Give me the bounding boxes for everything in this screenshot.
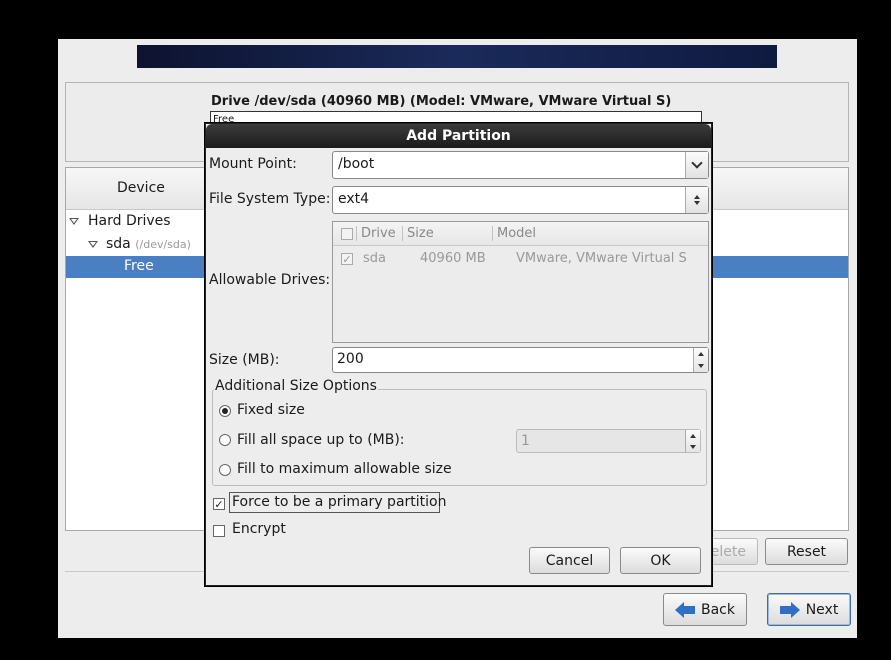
fill-upto-spinbox[interactable]: 1 bbox=[516, 429, 701, 453]
allowable-drives-table[interactable]: Drive Size Model ✓ sda 40960 MB VMware, … bbox=[332, 221, 709, 343]
column-device[interactable]: Device bbox=[117, 180, 165, 196]
label-fixed-size[interactable]: Fixed size bbox=[237, 402, 305, 418]
tree-label-sda: sda (/dev/sda) bbox=[106, 236, 191, 252]
sda-path: (/dev/sda) bbox=[135, 238, 191, 251]
spin-arrows-icon[interactable] bbox=[693, 348, 708, 372]
mount-point-value: /boot bbox=[338, 156, 375, 172]
expander-icon[interactable] bbox=[88, 241, 98, 248]
drive-model: VMware, VMware Virtual S bbox=[516, 251, 687, 266]
encrypt-checkbox[interactable] bbox=[213, 525, 225, 537]
back-button[interactable]: Back bbox=[663, 593, 747, 626]
label-fill-max[interactable]: Fill to maximum allowable size bbox=[237, 461, 452, 477]
expander-icon[interactable] bbox=[69, 218, 79, 225]
allowable-drives-label: Allowable Drives: bbox=[209, 272, 331, 288]
cancel-button-label: Cancel bbox=[545, 552, 594, 569]
next-button[interactable]: Next bbox=[767, 593, 851, 626]
cancel-button[interactable]: Cancel bbox=[529, 547, 610, 574]
reset-button[interactable]: Reset bbox=[765, 538, 848, 565]
ok-button[interactable]: OK bbox=[620, 547, 701, 574]
header-model[interactable]: Model bbox=[497, 226, 536, 241]
radio-fill-max[interactable] bbox=[219, 464, 231, 476]
select-all-checkbox[interactable] bbox=[341, 228, 353, 240]
size-options-label: Additional Size Options bbox=[214, 378, 378, 394]
encrypt-label[interactable]: Encrypt bbox=[232, 521, 286, 537]
chevron-down-icon[interactable] bbox=[685, 152, 708, 178]
next-arrow-icon bbox=[779, 601, 800, 618]
radio-fill-upto[interactable] bbox=[219, 434, 231, 446]
fs-type-select[interactable]: ext4 bbox=[332, 186, 709, 214]
sda-name: sda bbox=[106, 236, 131, 252]
spin-arrows-icon[interactable] bbox=[685, 430, 700, 452]
label-fill-upto[interactable]: Fill all space up to (MB): bbox=[237, 432, 405, 448]
fs-type-label: File System Type: bbox=[209, 191, 331, 207]
fill-upto-value: 1 bbox=[521, 433, 530, 449]
header-drive[interactable]: Drive bbox=[361, 226, 396, 241]
drive-checkbox[interactable]: ✓ bbox=[341, 253, 353, 265]
back-button-label: Back bbox=[701, 601, 735, 618]
drive-name: sda bbox=[363, 251, 386, 266]
tree-label-hard-drives: Hard Drives bbox=[88, 213, 171, 229]
header-size[interactable]: Size bbox=[407, 226, 434, 241]
size-label: Size (MB): bbox=[209, 352, 280, 368]
reset-button-label: Reset bbox=[786, 543, 827, 560]
radio-fixed-size[interactable] bbox=[219, 405, 231, 417]
force-primary-label[interactable]: Force to be a primary partition bbox=[232, 494, 446, 510]
size-value: 200 bbox=[337, 351, 364, 367]
mount-point-label: Mount Point: bbox=[209, 156, 297, 172]
header-banner bbox=[137, 45, 777, 68]
tree-label-free: Free bbox=[124, 258, 154, 274]
table-row[interactable]: ✓ sda 40960 MB VMware, VMware Virtual S bbox=[333, 250, 708, 270]
fs-type-value: ext4 bbox=[338, 191, 370, 207]
force-primary-checkbox[interactable]: ✓ bbox=[213, 498, 225, 510]
drive-size: 40960 MB bbox=[420, 251, 486, 266]
dialog-title: Add Partition bbox=[206, 124, 711, 148]
drive-title: Drive /dev/sda (40960 MB) (Model: VMware… bbox=[211, 94, 672, 109]
mount-point-combo[interactable]: /boot bbox=[332, 151, 709, 179]
ok-button-label: OK bbox=[650, 552, 671, 569]
drives-table-header: Drive Size Model bbox=[333, 222, 708, 246]
add-partition-dialog: Add Partition Mount Point: /boot File Sy… bbox=[205, 123, 712, 586]
next-button-label: Next bbox=[805, 601, 839, 618]
updown-icon[interactable] bbox=[685, 187, 708, 213]
back-arrow-icon bbox=[675, 601, 695, 618]
size-spinbox[interactable]: 200 bbox=[332, 347, 709, 373]
